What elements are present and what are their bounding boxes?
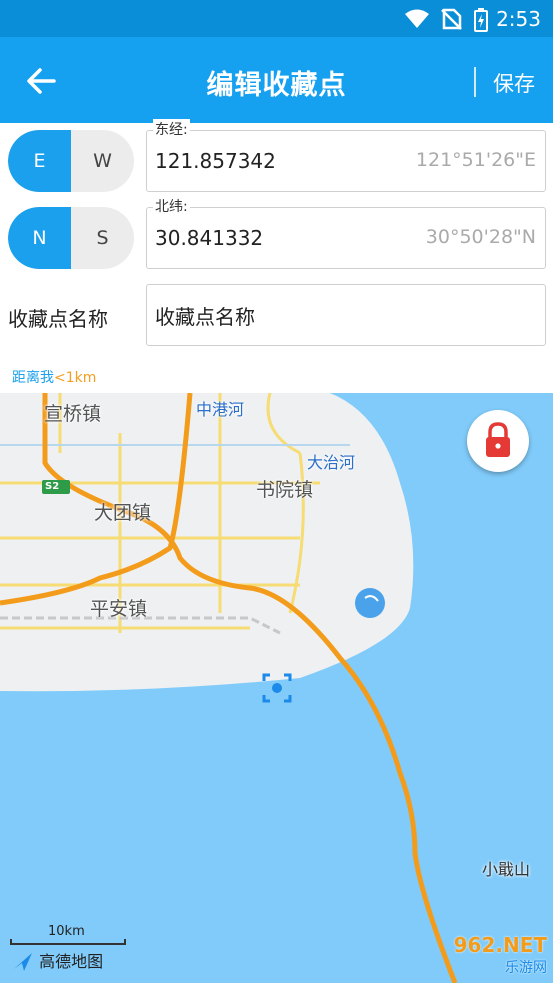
scale-label: 10km xyxy=(48,924,85,939)
distance-indicator: 距离我<1km xyxy=(12,367,96,387)
north-option[interactable]: N xyxy=(8,207,71,269)
east-option[interactable]: E xyxy=(8,130,71,192)
amap-logo-text: 高德地图 xyxy=(39,952,104,971)
latitude-label: 北纬: xyxy=(153,196,190,216)
map-label-dazhi: 大治河 xyxy=(307,453,356,472)
divider xyxy=(474,67,476,97)
longitude-value[interactable]: 121.857342 xyxy=(155,149,276,173)
map-label-zhonggang: 中港河 xyxy=(196,400,245,419)
name-field[interactable]: 收藏点名称 xyxy=(146,284,546,346)
longitude-label: 东经: xyxy=(153,119,190,139)
status-time: 2:53 xyxy=(496,7,541,31)
map-label-xuanqiao: 宣桥镇 xyxy=(44,403,102,425)
west-option[interactable]: W xyxy=(71,130,134,192)
latitude-field[interactable]: 北纬: 30.841332 30°50'28"N xyxy=(146,196,546,269)
lock-icon xyxy=(486,422,510,457)
save-button[interactable]: 保存 xyxy=(493,68,535,98)
lock-button[interactable] xyxy=(467,410,529,472)
battery-charging-icon xyxy=(474,8,488,32)
south-option[interactable]: S xyxy=(71,207,134,269)
map-label-xiaoqushan: 小戢山 xyxy=(482,860,531,879)
map-scale: 10km xyxy=(10,924,126,945)
latitude-direction-toggle[interactable]: N S xyxy=(8,207,134,269)
longitude-direction-toggle[interactable]: E W xyxy=(8,130,134,192)
map-label-shuyuan: 书院镇 xyxy=(256,479,314,501)
coordinate-form: E W 东经: 121.857342 121°51'26"E N S 北纬: 3… xyxy=(0,119,553,393)
map-label-datuan: 大团镇 xyxy=(94,502,152,524)
latitude-dms: 30°50'28"N xyxy=(425,226,536,248)
watermark-bottom: 乐游网 xyxy=(505,960,547,976)
road-badge-s2: S2 xyxy=(45,481,60,492)
scale-bar xyxy=(10,939,126,945)
name-label: 收藏点名称 xyxy=(8,307,108,331)
status-bar: 2:53 xyxy=(0,0,553,37)
distance-prefix: 距离我 xyxy=(12,370,54,386)
no-sim-icon xyxy=(441,8,462,30)
page-title: 编辑收藏点 xyxy=(206,70,347,101)
app-bar: 编辑收藏点 保存 xyxy=(0,37,553,123)
amap-logo-icon xyxy=(14,953,32,971)
wifi-icon xyxy=(405,9,429,28)
map-label-pingan: 平安镇 xyxy=(90,598,148,620)
watermark: 962.NET 乐游网 xyxy=(454,933,547,977)
map-view[interactable]: 宣桥镇 中港河 大治河 书院镇 大团镇 平安镇 小戢山 S2 10km 高德地图… xyxy=(0,393,553,983)
amap-logo: 高德地图 xyxy=(12,948,103,972)
longitude-dms: 121°51'26"E xyxy=(415,149,536,171)
distance-value: <1km xyxy=(54,370,97,386)
latitude-value[interactable]: 30.841332 xyxy=(155,226,263,250)
longitude-field[interactable]: 东经: 121.857342 121°51'26"E xyxy=(146,119,546,192)
name-placeholder[interactable]: 收藏点名称 xyxy=(155,301,255,330)
watermark-top: 962.NET xyxy=(453,933,547,957)
